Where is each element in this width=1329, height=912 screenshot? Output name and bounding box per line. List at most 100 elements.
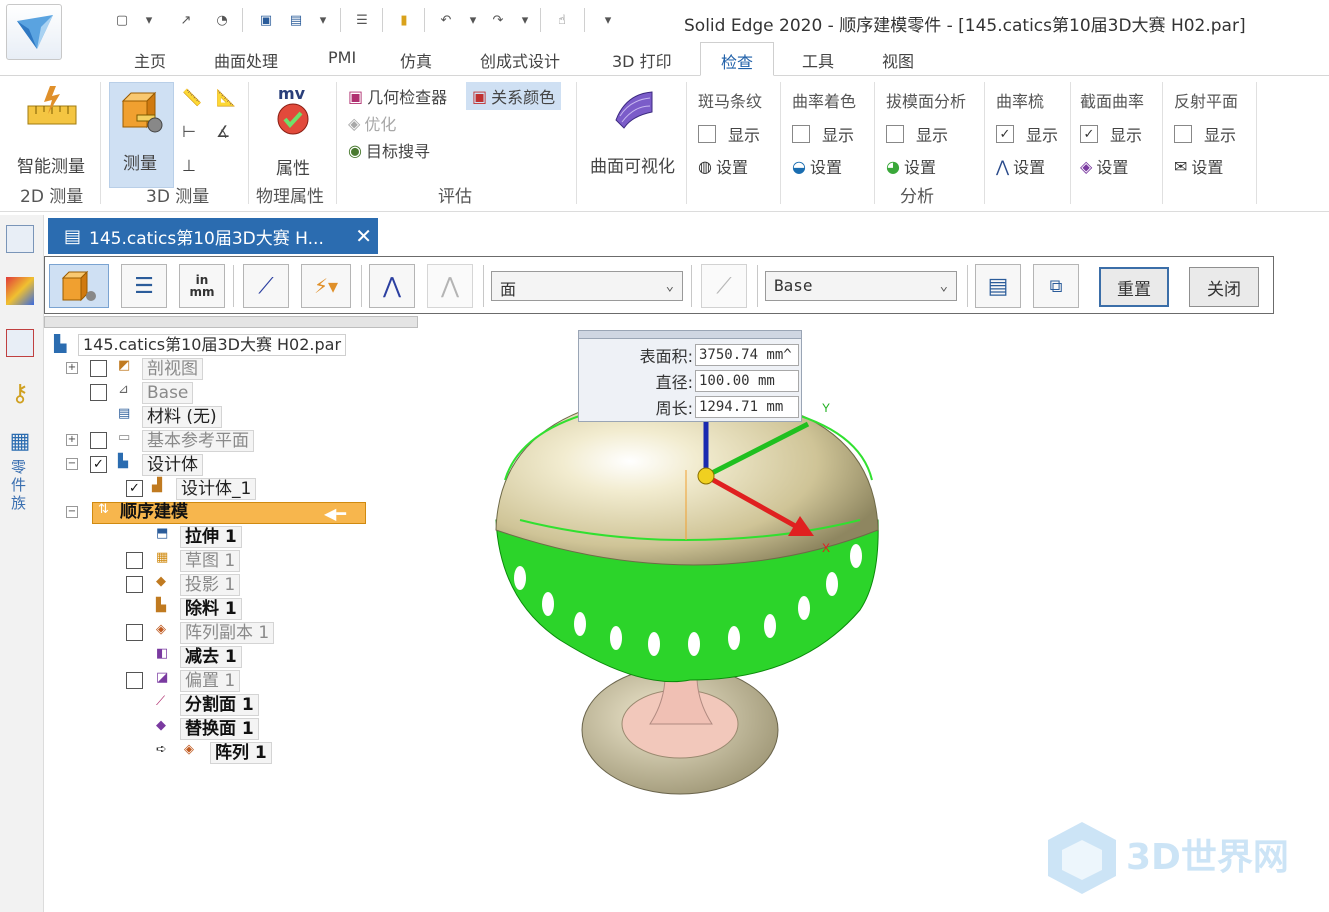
measure-icon	[121, 91, 163, 133]
customize-qat-icon[interactable]: ▾	[598, 10, 618, 30]
reflective-plane-settings-button[interactable]: ✉ 设置	[1174, 154, 1223, 178]
tab-generative-design[interactable]: 创成式设计	[480, 48, 560, 72]
smart-measure-mode-icon: ⚡▾	[313, 274, 339, 298]
left-docking-bar: ⚷ ▦ 零件族	[0, 215, 44, 912]
visibility-checkbox[interactable]	[90, 360, 107, 377]
surface-visualization-button[interactable]: 曲面可视化	[586, 82, 682, 178]
tab-inspect[interactable]: 检查	[700, 42, 775, 76]
area-value[interactable]: 3750.74 mm^	[695, 344, 799, 366]
collapse-icon[interactable]: −	[66, 458, 78, 470]
units-button[interactable]: in mm	[179, 264, 225, 308]
measure-coordinate-icon[interactable]: ⊥	[182, 156, 196, 175]
reflective-plane-show-checkbox[interactable]: 显示	[1174, 122, 1236, 146]
triad-origin[interactable]	[697, 467, 715, 485]
undo-dropdown-icon[interactable]: ▾	[466, 10, 480, 30]
angle-3pt-icon: ⋀	[440, 273, 460, 299]
zebra-show-checkbox[interactable]: 显示	[698, 122, 760, 146]
new-dropdown-icon[interactable]: ▾	[142, 10, 156, 30]
angle-icon: ⋀	[382, 273, 402, 299]
close-button[interactable]: 关闭	[1189, 267, 1259, 307]
expand-icon[interactable]: +	[66, 362, 78, 374]
diameter-value[interactable]: 100.00 mm	[695, 370, 799, 392]
visibility-checkbox[interactable]	[90, 384, 107, 401]
optimize-button[interactable]: ◈ 优化	[348, 111, 396, 135]
measure-results-button[interactable]: ☰	[121, 264, 167, 308]
save-icon[interactable]: ▣	[256, 10, 276, 30]
notes-icon[interactable]: ▮	[394, 10, 414, 30]
visibility-checkbox[interactable]	[126, 672, 143, 689]
pathfinder-splitter[interactable]	[44, 316, 418, 328]
visibility-checkbox[interactable]: ✓	[126, 480, 143, 497]
redo-dropdown-icon[interactable]: ▾	[518, 10, 532, 30]
curvature-comb-show-checkbox[interactable]: ✓ 显示	[996, 122, 1058, 146]
save-dropdown-icon[interactable]: ▾	[316, 10, 330, 30]
measure-angle-button[interactable]: ⋀	[369, 264, 415, 308]
measure-angle-icon[interactable]: ∡	[216, 122, 230, 141]
measure-distance-icon[interactable]: 📏	[182, 88, 202, 107]
part-family-icon[interactable]: ▦	[6, 429, 34, 457]
select-filter-dropdown[interactable]: 面 ⌄	[491, 271, 683, 301]
curvature-comb-settings-button[interactable]: ⋀ 设置	[996, 154, 1045, 178]
perimeter-value[interactable]: 1294.71 mm	[695, 396, 799, 418]
report-button[interactable]: ▤	[975, 264, 1021, 308]
measure-normal-icon[interactable]: 📐	[216, 88, 236, 107]
pointer-icon[interactable]: ☝	[552, 10, 572, 30]
app-logo-icon[interactable]	[6, 4, 62, 60]
visibility-checkbox[interactable]	[126, 552, 143, 569]
curvature-shading-settings-button[interactable]: ◒ 设置	[792, 154, 842, 178]
visibility-checkbox[interactable]	[90, 432, 107, 449]
smart-measure-mode-button[interactable]: ⚡▾	[301, 264, 351, 308]
section-curvature-settings-button[interactable]: ◈ 设置	[1080, 154, 1128, 178]
material-icon: ▤	[118, 406, 131, 421]
tab-view[interactable]: 视图	[882, 48, 914, 72]
measure-line-button[interactable]: ⟋	[701, 264, 747, 308]
link-icon[interactable]: ◔	[212, 10, 232, 30]
draft-analysis-settings-button[interactable]: ◕ 设置	[886, 154, 936, 178]
feature-playback-icon[interactable]	[6, 225, 34, 253]
rollback-arrow-icon[interactable]: ◀━	[324, 504, 346, 523]
document-tab[interactable]: ▤ 145.catics第10届3D大赛 H... ✕	[48, 218, 378, 254]
tab-simulation[interactable]: 仿真	[400, 48, 432, 72]
save-all-icon[interactable]: ▤	[286, 10, 306, 30]
measure-min-distance-icon[interactable]: ⊢	[182, 122, 196, 141]
key-icon[interactable]: ⚷	[6, 379, 34, 407]
measurement-results-panel[interactable]: 表面积: 3750.74 mm^ 直径: 100.00 mm 周长: 1294.…	[578, 330, 802, 422]
tab-pmi[interactable]: PMI	[328, 48, 356, 67]
part-family-tab[interactable]: 零件族	[8, 459, 29, 513]
close-icon[interactable]: ✕	[355, 224, 372, 248]
panel-drag-handle[interactable]	[579, 331, 801, 339]
visibility-checkbox[interactable]: ✓	[90, 456, 107, 473]
tab-surfacing[interactable]: 曲面处理	[214, 48, 278, 72]
redo-icon[interactable]: ↷	[488, 10, 508, 30]
tab-3d-print[interactable]: 3D 打印	[612, 48, 672, 72]
draft-analysis-show-checkbox[interactable]: 显示	[886, 122, 948, 146]
visibility-checkbox[interactable]	[126, 624, 143, 641]
measure-distance-button[interactable]: ⟋	[243, 264, 289, 308]
properties-icon[interactable]: ☰	[352, 10, 372, 30]
appearance-icon[interactable]	[6, 277, 34, 305]
reset-button[interactable]: 重置	[1099, 267, 1169, 307]
curvature-shading-show-checkbox[interactable]: 显示	[792, 122, 854, 146]
layers-icon[interactable]	[6, 329, 34, 357]
expand-icon[interactable]: +	[66, 434, 78, 446]
copy-values-button[interactable]: ⧉	[1033, 264, 1079, 308]
measure-button[interactable]: 测量	[109, 82, 174, 188]
measure-angle-3pt-button[interactable]: ⋀	[427, 264, 473, 308]
visibility-checkbox[interactable]	[126, 576, 143, 593]
properties-button[interactable]: mv 属性	[262, 82, 326, 179]
relation-colors-button[interactable]: ▣ 关系颜色	[466, 82, 562, 110]
coordinate-system-dropdown[interactable]: Base ⌄	[765, 271, 957, 301]
tab-tools[interactable]: 工具	[802, 48, 834, 72]
curvature-comb-icon: ⋀	[996, 156, 1010, 176]
section-curvature-show-checkbox[interactable]: ✓ 显示	[1080, 122, 1142, 146]
zebra-settings-button[interactable]: ◍ 设置	[698, 154, 748, 178]
undo-icon[interactable]: ↶	[436, 10, 456, 30]
target-search-button[interactable]: ◉ 目标搜寻	[348, 138, 430, 162]
collapse-icon[interactable]: −	[66, 506, 78, 518]
new-file-icon[interactable]: ▢	[112, 10, 132, 30]
tab-home[interactable]: 主页	[134, 48, 166, 72]
measure-options-button[interactable]	[49, 264, 109, 308]
open-file-icon[interactable]: ↗	[176, 10, 196, 30]
smart-measure-button[interactable]: 智能测量	[14, 80, 90, 177]
geometry-inspector-button[interactable]: ▣ 几何检查器	[348, 84, 447, 108]
